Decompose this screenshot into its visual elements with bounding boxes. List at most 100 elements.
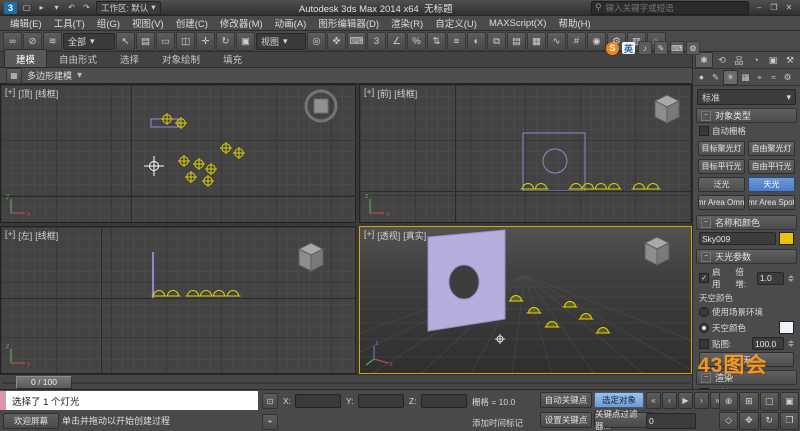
time-slider-track[interactable] <box>2 382 690 384</box>
bind-to-space-warp-icon[interactable]: ≋ <box>43 32 62 51</box>
spinner-snap-icon[interactable]: ⇅ <box>427 32 446 51</box>
dome-lights-left[interactable] <box>152 291 241 297</box>
viewcube[interactable] <box>655 95 679 123</box>
menu-item[interactable]: 动画(A) <box>269 15 313 31</box>
menu-item[interactable]: 视图(V) <box>126 15 170 31</box>
menu-item[interactable]: 创建(C) <box>170 15 214 31</box>
object-type-button[interactable]: 泛光 <box>698 177 745 192</box>
angle-snap-icon[interactable]: ∠ <box>387 32 406 51</box>
object-type-button[interactable]: 自由聚光灯 <box>748 141 795 156</box>
set-key-button[interactable]: 设置关键点 <box>540 412 592 428</box>
wall-object-perspective[interactable] <box>428 230 505 331</box>
pan-icon[interactable]: ✥ <box>739 412 758 431</box>
zoom-icon[interactable]: ⊕ <box>719 392 738 411</box>
use-pivot-center-icon[interactable]: ◎ <box>307 32 326 51</box>
field-of-view-icon[interactable]: ◇ <box>719 412 738 431</box>
select-and-rotate-icon[interactable]: ↻ <box>216 32 235 51</box>
hierarchy-tab[interactable]: 品 <box>731 53 747 67</box>
material-editor-icon[interactable]: ◉ <box>587 32 606 51</box>
ribbon-panel-label[interactable]: 多边形建模 <box>27 69 72 82</box>
add-time-tag[interactable]: 添加时间标记 <box>472 417 523 429</box>
object-type-button[interactable]: 目标平行光 <box>698 159 745 174</box>
select-object-icon[interactable]: ↖ <box>116 32 135 51</box>
viewport-menu-general[interactable]: [+] <box>5 229 15 242</box>
viewport-menu-general[interactable]: [+] <box>364 87 374 100</box>
rollout-object-type[interactable]: − 对象类型 <box>696 108 797 123</box>
viewport-front[interactable]: [+] [前] [线框] <box>359 84 692 223</box>
search-input[interactable] <box>604 2 745 14</box>
play-button[interactable]: ▶ <box>678 392 693 409</box>
orbit-icon[interactable]: ↻ <box>760 412 779 431</box>
skylight-on-checkbox[interactable]: ✓ <box>699 273 709 283</box>
maxscript-mini-listener[interactable]: 选择了 1 个灯光 <box>6 391 258 410</box>
systems-category-icon[interactable]: ⚙ <box>781 71 794 84</box>
time-slider-handle[interactable]: 0 / 100 <box>16 376 72 389</box>
ribbon-tab[interactable]: 选择 <box>109 50 150 67</box>
viewcube[interactable] <box>306 91 336 121</box>
multiplier-spinner[interactable] <box>788 275 794 282</box>
select-and-link-icon[interactable]: ∞ <box>3 32 22 51</box>
welcome-screen-button[interactable]: 欢迎屏幕 <box>3 413 59 429</box>
map-amount-spinner[interactable] <box>788 340 794 347</box>
next-frame-button[interactable]: › <box>694 392 709 409</box>
rollout-name-color[interactable]: − 名称和颜色 <box>696 215 797 230</box>
ime-logo-icon[interactable]: S <box>606 42 619 55</box>
viewport-menu-pov[interactable]: [透视] <box>377 229 400 242</box>
y-coordinate-field[interactable] <box>358 394 404 408</box>
viewport-menu-shading[interactable]: [线框] <box>35 87 58 100</box>
redo-icon[interactable]: ↷ <box>80 2 93 14</box>
menu-item[interactable]: 自定义(U) <box>429 15 483 31</box>
dome-lights-perspective[interactable] <box>509 296 611 334</box>
sky-color-radio[interactable] <box>699 323 709 333</box>
collapse-icon[interactable]: − <box>701 252 711 262</box>
viewport-menu-general[interactable]: [+] <box>364 229 374 242</box>
ribbon-toggle-icon[interactable]: ▦ <box>527 32 546 51</box>
zoom-all-icon[interactable]: ⊞ <box>739 392 758 411</box>
undo-icon[interactable]: ↶ <box>65 2 78 14</box>
ribbon-tab[interactable]: 对象绘制 <box>151 50 211 67</box>
viewport-top[interactable]: [+] [顶] [线框] <box>0 84 356 223</box>
caret-down-icon[interactable]: ▾ <box>77 70 82 81</box>
auto-key-button[interactable]: 自动关键点 <box>540 392 592 408</box>
lights-category-icon[interactable]: ☀ <box>723 70 738 85</box>
selected-filter-dropdown[interactable]: 选定对象 <box>594 392 644 408</box>
display-tab[interactable]: ▣ <box>765 53 781 67</box>
ime-voice-icon[interactable]: ♪ <box>638 41 652 55</box>
menu-item[interactable]: 帮助(H) <box>552 15 596 31</box>
save-file-icon[interactable]: ▾ <box>50 2 63 14</box>
align-icon[interactable]: ⧉ <box>487 32 506 51</box>
wire-color-swatch[interactable] <box>779 232 794 245</box>
geometry-category-icon[interactable]: ● <box>695 71 708 84</box>
object-type-button[interactable]: 天光 <box>748 177 795 192</box>
menu-item[interactable]: 工具(T) <box>48 15 91 31</box>
ribbon-tab[interactable]: 自由形式 <box>48 50 108 67</box>
app-logo-icon[interactable]: 3 <box>4 2 17 14</box>
go-to-start-button[interactable]: « <box>646 392 661 409</box>
snap-toggle-icon[interactable]: 3 <box>367 32 386 51</box>
time-slider[interactable]: 0 / 100 <box>0 374 692 389</box>
z-coordinate-field[interactable] <box>421 394 467 408</box>
light-type-dropdown[interactable]: 标准 ▾ <box>697 89 796 105</box>
selection-filter-dropdown[interactable]: 全部 ▾ <box>63 33 115 50</box>
isolate-selection-icon[interactable]: ⊡ <box>262 393 278 409</box>
modify-tab[interactable]: ⟲ <box>714 53 730 67</box>
object-type-button[interactable]: mr Area Spot <box>748 195 795 210</box>
viewport-perspective[interactable]: [+] [透视] [真实] <box>359 226 692 374</box>
ime-keyboard-icon[interactable]: ⌨ <box>670 41 684 55</box>
new-scene-icon[interactable]: ▢ <box>20 2 33 14</box>
use-environment-radio[interactable] <box>699 307 709 317</box>
dome-lights-front[interactable] <box>521 184 661 190</box>
menu-item[interactable]: 编辑(E) <box>4 15 48 31</box>
viewport-menu-general[interactable]: [+] <box>5 87 15 100</box>
current-frame-field[interactable]: 0 <box>646 413 696 429</box>
layer-manager-icon[interactable]: ▤ <box>507 32 526 51</box>
menu-item[interactable]: 修改器(M) <box>214 15 269 31</box>
curve-editor-icon[interactable]: ∿ <box>547 32 566 51</box>
zoom-extents-icon[interactable]: ▢ <box>760 392 779 411</box>
wall-object-front[interactable] <box>523 133 585 191</box>
object-type-button[interactable]: 自由平行光 <box>748 159 795 174</box>
workspace-selector[interactable]: 工作区: 默认 ▾ <box>96 1 161 15</box>
x-coordinate-field[interactable] <box>295 394 341 408</box>
ime-handwrite-icon[interactable]: ✎ <box>654 41 668 55</box>
viewcube[interactable] <box>299 243 323 271</box>
